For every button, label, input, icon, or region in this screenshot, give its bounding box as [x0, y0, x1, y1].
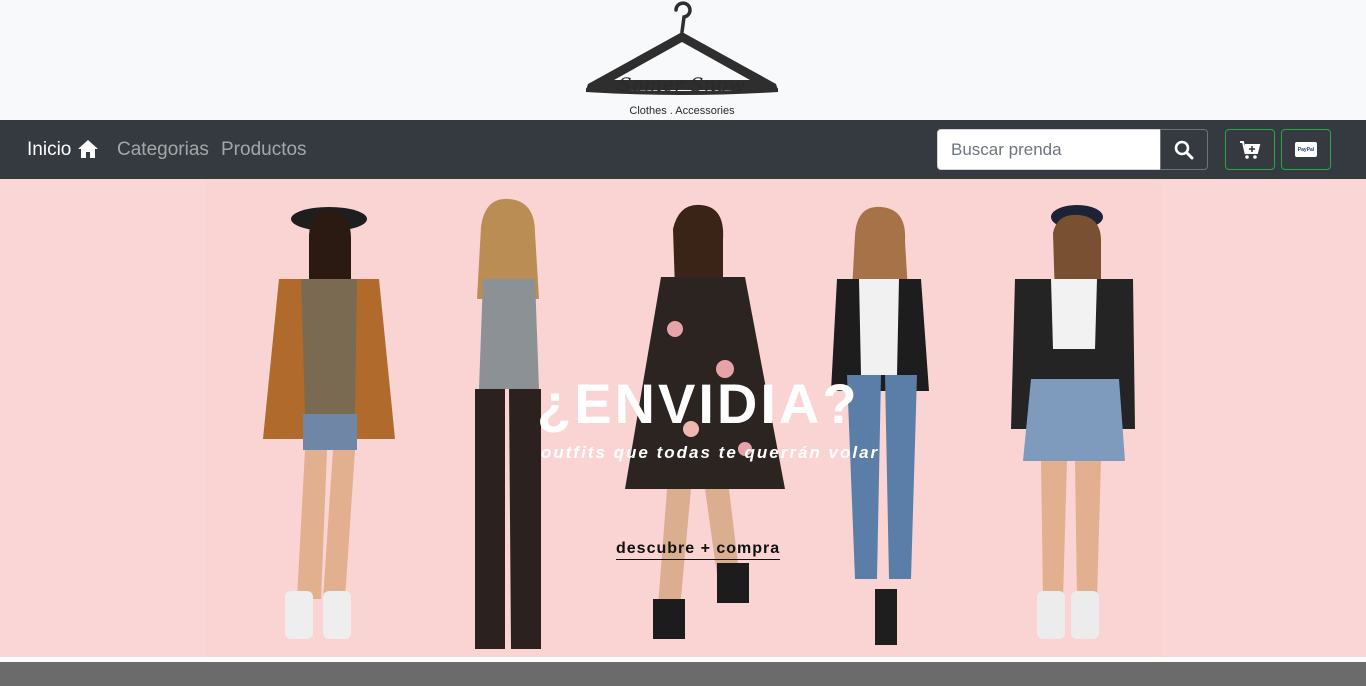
nav-categories-link[interactable]: Categorias — [117, 139, 209, 161]
brand-tagline: Clothes . Accessories — [629, 105, 735, 117]
cart-plus-icon — [1240, 140, 1261, 159]
paypal-button[interactable]: PayPal — [1281, 129, 1331, 170]
nav-home-link[interactable]: Inicio — [27, 139, 71, 161]
footer-bar — [0, 662, 1366, 686]
nav-products-link[interactable]: Productos — [221, 139, 307, 161]
header-logo-bar: Somer Snow Clothes . Accessories — [0, 0, 1366, 120]
home-icon[interactable] — [77, 139, 99, 159]
search-icon — [1174, 140, 1194, 159]
search-input[interactable] — [937, 129, 1161, 170]
brand-name: Somer Snow — [618, 74, 746, 96]
main-navbar: Inicio Categorias Productos PayPal — [0, 120, 1366, 179]
hero-subtitle: outfits que todas te querrán volar — [541, 443, 880, 462]
hero-banner[interactable]: ¿ENVIDIA? outfits que todas te querrán v… — [205, 179, 1161, 657]
search-button[interactable] — [1160, 129, 1208, 170]
hero-title: ¿ENVIDIA? — [537, 372, 860, 435]
hero-cta-link[interactable]: descubre + compra — [616, 540, 781, 560]
paypal-icon: PayPal — [1295, 142, 1317, 157]
cart-button[interactable] — [1225, 129, 1275, 170]
brand-logo[interactable]: Somer Snow Clothes . Accessories — [578, 0, 786, 120]
